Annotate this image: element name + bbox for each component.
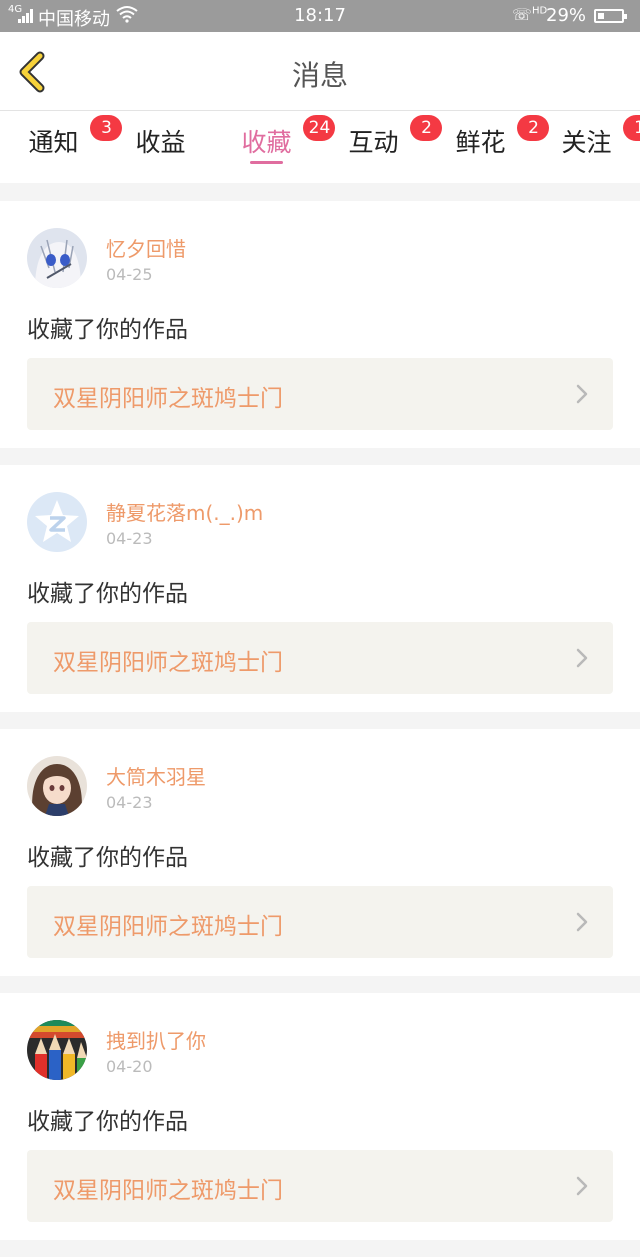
status-bar: 4G 中国移动 18:17 ☏HD 29% [0,0,640,32]
username[interactable]: 大筒木羽星 [106,761,206,790]
colored-pencils-avatar-icon [27,1020,87,1080]
work-title: 双星阴阳师之斑鸠士门 [53,914,283,940]
action-text: 收藏了你的作品 [27,581,188,607]
default-qzone-avatar-icon [27,492,87,552]
username[interactable]: 拽到扒了你 [106,1025,206,1054]
unread-badge: 1 [623,115,640,141]
tab-label: 收益 [135,128,186,157]
tab-earnings[interactable]: 收益 [107,111,214,183]
avatar[interactable] [27,756,87,816]
message-card: 忆夕回惜 04-25 收藏了你的作品 双星阴阳师之斑鸠士门 [0,201,640,448]
anime-girl-avatar-icon [27,756,87,816]
message-card: 拽到扒了你 04-20 收藏了你的作品 双星阴阳师之斑鸠士门 [0,993,640,1240]
chevron-right-icon [576,1176,588,1196]
avatar[interactable] [27,492,87,552]
action-text: 收藏了你的作品 [27,1109,188,1135]
tab-interactions[interactable]: 互动 2 [320,111,443,183]
tab-label: 鲜花 [455,128,506,157]
chevron-right-icon [576,912,588,932]
tab-favorites[interactable]: 收藏 24 [213,111,336,183]
tab-following[interactable]: 关注 1 [533,111,640,183]
work-link[interactable]: 双星阴阳师之斑鸠士门 [27,1150,613,1222]
message-card: 大筒木羽星 04-23 收藏了你的作品 双星阴阳师之斑鸠士门 [0,729,640,976]
call-hd-icon: ☏HD [512,5,548,24]
username[interactable]: 忆夕回惜 [106,233,186,262]
page-title: 消息 [291,59,348,92]
message-date: 04-25 [106,265,153,284]
top-bar: 消息 [0,32,640,111]
anime-avatar-icon [27,228,87,288]
action-text: 收藏了你的作品 [27,845,188,871]
chevron-right-icon [576,648,588,668]
chevron-right-icon [576,384,588,404]
work-title: 双星阴阳师之斑鸠士门 [53,1178,283,1204]
message-date: 04-23 [106,529,153,548]
call-hd-label: HD [532,5,548,17]
tab-label: 关注 [561,128,612,157]
tab-notifications[interactable]: 通知 3 [0,111,123,183]
tab-flowers[interactable]: 鲜花 2 [427,111,550,183]
battery-percent: 29% [546,5,587,26]
tab-label: 收藏 [241,128,292,157]
battery-fill [598,13,604,19]
message-card: 静夏花落m(._.)m 04-23 收藏了你的作品 双星阴阳师之斑鸠士门 [0,465,640,712]
tab-label: 通知 [28,128,79,157]
work-title: 双星阴阳师之斑鸠士门 [53,650,283,676]
work-link[interactable]: 双星阴阳师之斑鸠士门 [27,886,613,958]
tab-bar: 通知 3 收益 收藏 24 互动 2 鲜花 2 关注 1 [0,111,640,183]
work-link[interactable]: 双星阴阳师之斑鸠士门 [27,622,613,694]
avatar[interactable] [27,228,87,288]
battery-icon [594,9,627,23]
work-title: 双星阴阳师之斑鸠士门 [53,386,283,412]
action-text: 收藏了你的作品 [27,317,188,343]
message-date: 04-20 [106,1057,153,1076]
work-link[interactable]: 双星阴阳师之斑鸠士门 [27,358,613,430]
message-date: 04-23 [106,793,153,812]
tab-label: 互动 [348,128,399,157]
username[interactable]: 静夏花落m(._.)m [106,497,263,526]
active-tab-indicator [250,161,283,164]
avatar[interactable] [27,1020,87,1080]
message-list: 忆夕回惜 04-25 收藏了你的作品 双星阴阳师之斑鸠士门 静夏花落m(._.)… [0,201,640,1257]
